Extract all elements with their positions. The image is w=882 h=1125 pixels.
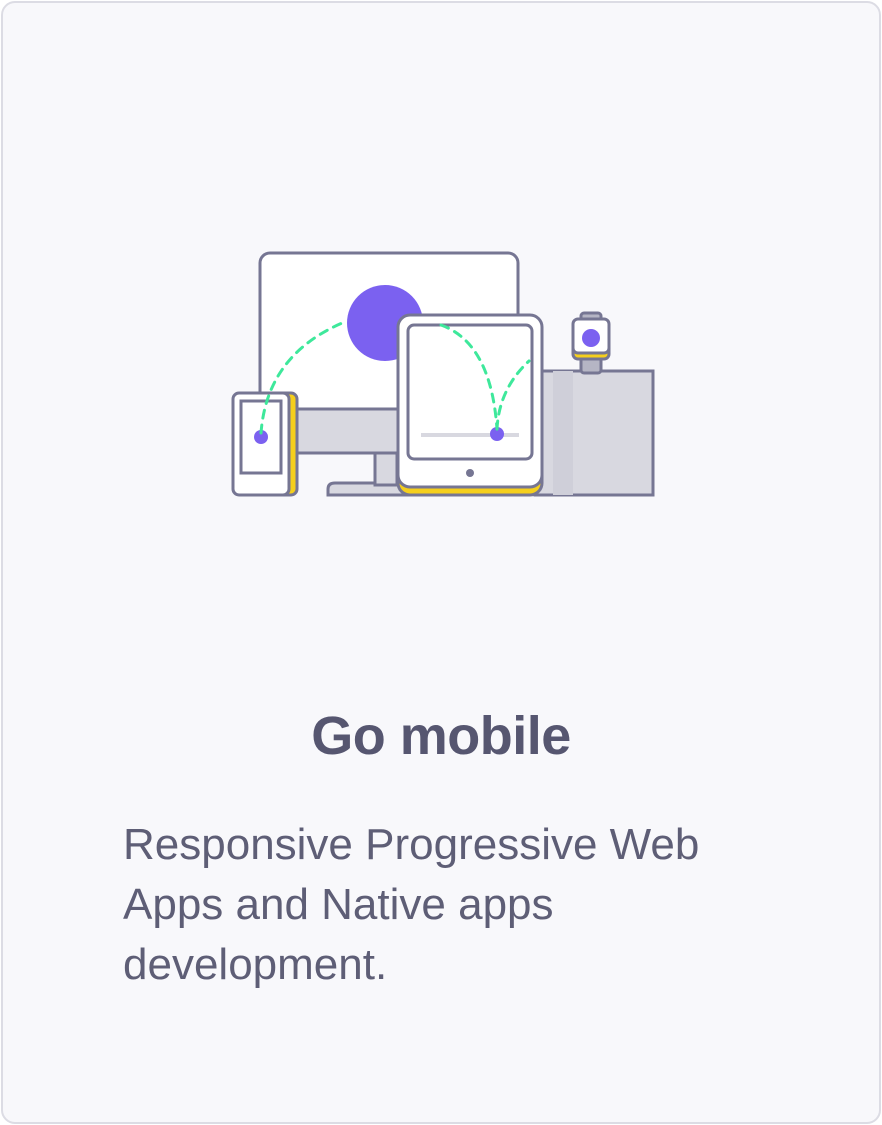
feature-card: Go mobile Responsive Progressive Web App…: [1, 1, 881, 1124]
gray-box: [533, 369, 655, 497]
card-title: Go mobile: [311, 706, 571, 766]
tablet-icon: [396, 313, 544, 497]
devices-illustration: [231, 251, 655, 497]
smartwatch-icon: [571, 311, 611, 375]
phone-icon: [231, 391, 299, 497]
card-description: Responsive Progressive Web Apps and Nati…: [123, 820, 700, 989]
